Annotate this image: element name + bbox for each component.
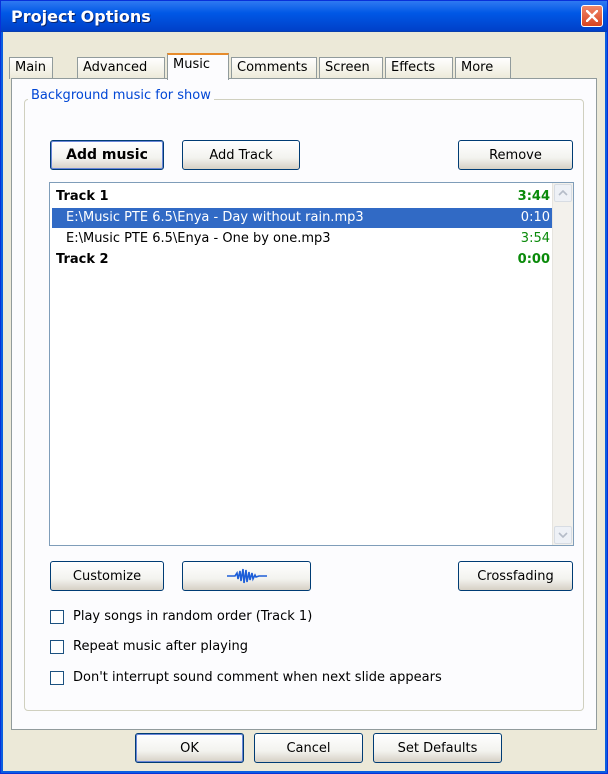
chevron-up-icon	[558, 190, 568, 196]
add-track-button[interactable]: Add Track	[182, 140, 300, 170]
track-name: Track 2	[56, 252, 109, 267]
tab-main[interactable]: Main	[9, 57, 53, 79]
file-path: E:\Music PTE 6.5\Enya - Day without rain…	[66, 210, 364, 225]
file-path: E:\Music PTE 6.5\Enya - One by one.mp3	[66, 231, 331, 246]
dont-interrupt-checkbox[interactable]	[50, 671, 64, 685]
track-row[interactable]: Track 2 0:00	[52, 250, 556, 270]
scroll-up-button[interactable]	[554, 184, 572, 202]
random-order-checkbox[interactable]	[50, 610, 64, 624]
set-defaults-button[interactable]: Set Defaults	[373, 733, 502, 763]
track-name: Track 1	[56, 189, 109, 204]
scroll-down-button[interactable]	[554, 526, 572, 544]
file-duration: 3:54	[520, 231, 550, 246]
dont-interrupt-label: Don't interrupt sound comment when next …	[73, 670, 442, 685]
close-icon	[586, 10, 598, 22]
repeat-music-label: Repeat music after playing	[73, 639, 248, 654]
group-label: Background music for show	[28, 88, 214, 103]
close-button[interactable]	[581, 5, 603, 27]
repeat-music-checkbox[interactable]	[50, 640, 64, 654]
track-duration: 0:00	[517, 252, 550, 267]
file-row[interactable]: E:\Music PTE 6.5\Enya - Day without rain…	[52, 208, 556, 228]
tab-screen[interactable]: Screen	[319, 57, 383, 79]
file-duration: 0:10	[520, 210, 550, 225]
waveform-icon	[226, 568, 267, 584]
waveform-button[interactable]	[182, 561, 311, 591]
window-title: Project Options	[11, 7, 151, 26]
ok-button[interactable]: OK	[135, 733, 244, 763]
chevron-down-icon	[558, 532, 568, 538]
track-row[interactable]: Track 1 3:44	[52, 187, 556, 207]
tab-comments[interactable]: Comments	[231, 57, 317, 79]
file-row[interactable]: E:\Music PTE 6.5\Enya - One by one.mp3 3…	[52, 229, 556, 249]
tab-music[interactable]: Music	[167, 53, 229, 80]
cancel-button[interactable]: Cancel	[254, 733, 363, 763]
track-duration: 3:44	[517, 189, 550, 204]
list-scrollbar[interactable]	[552, 183, 573, 545]
add-music-button[interactable]: Add music	[50, 140, 164, 170]
tab-advanced[interactable]: Advanced	[77, 57, 165, 79]
crossfading-button[interactable]: Crossfading	[458, 561, 573, 591]
title-bar[interactable]: Project Options	[1, 1, 607, 32]
tab-more[interactable]: More	[455, 57, 511, 79]
random-order-label: Play songs in random order (Track 1)	[73, 609, 313, 624]
tab-strip: Main Advanced Music Comments Screen Effe…	[9, 53, 599, 80]
tab-effects[interactable]: Effects	[385, 57, 453, 79]
remove-button[interactable]: Remove	[458, 140, 573, 170]
project-options-window: Project Options Main Advanced Music Comm…	[0, 0, 608, 774]
music-track-list[interactable]: Track 1 3:44 E:\Music PTE 6.5\Enya - Day…	[49, 182, 574, 546]
customize-button[interactable]: Customize	[50, 561, 164, 591]
